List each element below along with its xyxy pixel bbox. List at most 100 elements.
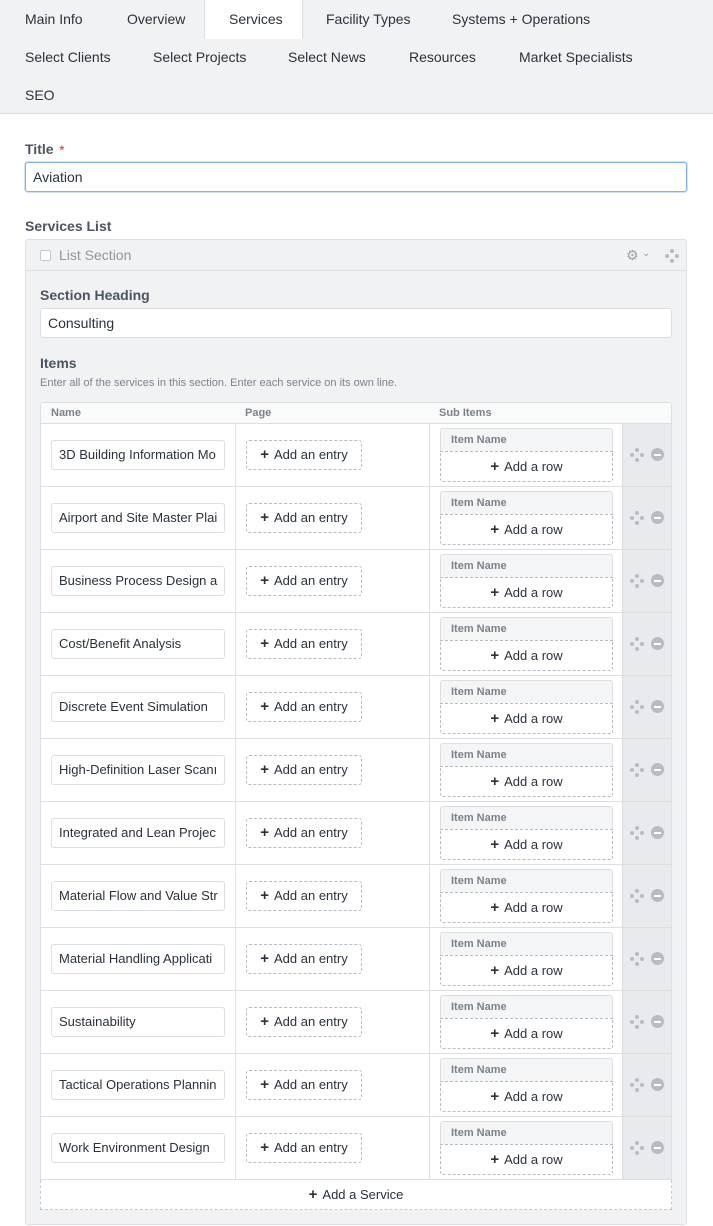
column-name: Name (51, 407, 81, 419)
remove-row-icon[interactable] (651, 952, 664, 965)
add-entry-label: Add an entry (274, 951, 348, 966)
tab-main-info[interactable]: Main Info (1, 0, 107, 38)
add-row-button[interactable]: + Add a row (440, 892, 613, 923)
add-row-button[interactable]: + Add a row (440, 451, 613, 482)
plus-icon: + (490, 773, 500, 790)
service-name-input[interactable]: Work Environment Design (51, 1133, 225, 1163)
service-name-input[interactable]: Business Process Design a (51, 566, 225, 596)
drag-handle-icon[interactable] (630, 1078, 644, 1092)
tab-market-specialists[interactable]: Market Specialists (495, 38, 657, 76)
remove-row-icon[interactable] (651, 763, 664, 776)
tab-select-clients[interactable]: Select Clients (1, 38, 135, 76)
add-row-button[interactable]: + Add a row (440, 640, 613, 671)
tab-overview[interactable]: Overview (103, 0, 209, 38)
service-name-input[interactable]: Material Handling Applicati (51, 944, 225, 974)
list-section-checkbox[interactable] (40, 250, 51, 261)
add-entry-button[interactable]: + Add an entry (246, 1007, 362, 1037)
service-name-input[interactable]: Cost/Benefit Analysis (51, 629, 225, 659)
add-entry-label: Add an entry (274, 762, 348, 777)
section-heading-input[interactable]: Consulting (40, 308, 672, 338)
tab-facility-types[interactable]: Facility Types (302, 0, 435, 38)
add-entry-button[interactable]: + Add an entry (246, 440, 362, 470)
plus-icon: + (260, 635, 270, 652)
drag-handle-icon[interactable] (665, 249, 679, 263)
remove-row-icon[interactable] (651, 574, 664, 587)
add-row-button[interactable]: + Add a row (440, 1018, 613, 1049)
drag-handle-icon[interactable] (630, 574, 644, 588)
title-input[interactable]: Aviation (25, 162, 687, 192)
add-entry-button[interactable]: + Add an entry (246, 503, 362, 533)
add-entry-button[interactable]: + Add an entry (246, 818, 362, 848)
drag-handle-icon[interactable] (630, 952, 644, 966)
add-entry-button[interactable]: + Add an entry (246, 566, 362, 596)
add-entry-button[interactable]: + Add an entry (246, 881, 362, 911)
remove-row-icon[interactable] (651, 700, 664, 713)
service-name-input[interactable]: High-Definition Laser Scanı (51, 755, 225, 785)
tab-select-news[interactable]: Select News (264, 38, 390, 76)
service-name-input[interactable]: Tactical Operations Plannin (51, 1070, 225, 1100)
name-cell: Material Flow and Value Str (41, 865, 236, 927)
remove-row-icon[interactable] (651, 1015, 664, 1028)
row-actions (623, 676, 671, 738)
plus-icon: + (490, 710, 500, 727)
item-name-header: Item Name (440, 428, 613, 452)
add-entry-button[interactable]: + Add an entry (246, 944, 362, 974)
service-name-input[interactable]: 3D Building Information Mo (51, 440, 225, 470)
add-row-button[interactable]: + Add a row (440, 1081, 613, 1112)
row-actions (623, 1054, 671, 1116)
table-row: Integrated and Lean Projec + Add an entry… (41, 802, 671, 865)
add-entry-button[interactable]: + Add an entry (246, 755, 362, 785)
remove-row-icon[interactable] (651, 1141, 664, 1154)
tab-systems-operations[interactable]: Systems + Operations (428, 0, 614, 38)
service-name-input[interactable]: Material Flow and Value Str (51, 881, 225, 911)
add-service-button[interactable]: + Add a Service (40, 1180, 672, 1210)
item-name-header: Item Name (440, 806, 613, 830)
remove-row-icon[interactable] (651, 511, 664, 524)
plus-icon: + (490, 899, 500, 916)
add-entry-button[interactable]: + Add an entry (246, 1133, 362, 1163)
tab-services[interactable]: Services (204, 0, 303, 39)
drag-handle-icon[interactable] (630, 763, 644, 777)
add-entry-button[interactable]: + Add an entry (246, 692, 362, 722)
page-cell: + Add an entry (236, 1054, 430, 1116)
remove-row-icon[interactable] (651, 889, 664, 902)
tab-resources[interactable]: Resources (385, 38, 500, 76)
service-name-input[interactable]: Airport and Site Master Plai (51, 503, 225, 533)
tab-seo[interactable]: SEO (1, 76, 79, 114)
add-row-button[interactable]: + Add a row (440, 766, 613, 797)
add-row-button[interactable]: + Add a row (440, 1144, 613, 1175)
drag-handle-icon[interactable] (630, 511, 644, 525)
add-entry-button[interactable]: + Add an entry (246, 1070, 362, 1100)
plus-icon: + (490, 836, 500, 853)
sub-items-cell: Item Name + Add a row (430, 991, 623, 1053)
remove-row-icon[interactable] (651, 637, 664, 650)
plus-icon: + (260, 509, 270, 526)
add-row-button[interactable]: + Add a row (440, 955, 613, 986)
service-name-input[interactable]: Discrete Event Simulation (51, 692, 225, 722)
remove-row-icon[interactable] (651, 1078, 664, 1091)
add-row-button[interactable]: + Add a row (440, 829, 613, 860)
add-row-button[interactable]: + Add a row (440, 703, 613, 734)
drag-handle-icon[interactable] (630, 1141, 644, 1155)
drag-handle-icon[interactable] (630, 889, 644, 903)
chevron-down-icon[interactable]: ⌄ (642, 248, 650, 259)
add-entry-button[interactable]: + Add an entry (246, 629, 362, 659)
item-name-header: Item Name (440, 995, 613, 1019)
name-cell: Sustainability (41, 991, 236, 1053)
sub-items-cell: Item Name + Add a row (430, 424, 623, 486)
drag-handle-icon[interactable] (630, 637, 644, 651)
drag-handle-icon[interactable] (630, 448, 644, 462)
add-row-label: Add a row (504, 459, 563, 474)
gear-icon[interactable]: ⚙ (626, 247, 639, 264)
drag-handle-icon[interactable] (630, 826, 644, 840)
add-row-button[interactable]: + Add a row (440, 577, 613, 608)
drag-handle-icon[interactable] (630, 700, 644, 714)
page-cell: + Add an entry (236, 802, 430, 864)
remove-row-icon[interactable] (651, 448, 664, 461)
service-name-input[interactable]: Sustainability (51, 1007, 225, 1037)
add-row-button[interactable]: + Add a row (440, 514, 613, 545)
drag-handle-icon[interactable] (630, 1015, 644, 1029)
service-name-input[interactable]: Integrated and Lean Projec (51, 818, 225, 848)
remove-row-icon[interactable] (651, 826, 664, 839)
tab-select-projects[interactable]: Select Projects (129, 38, 270, 76)
